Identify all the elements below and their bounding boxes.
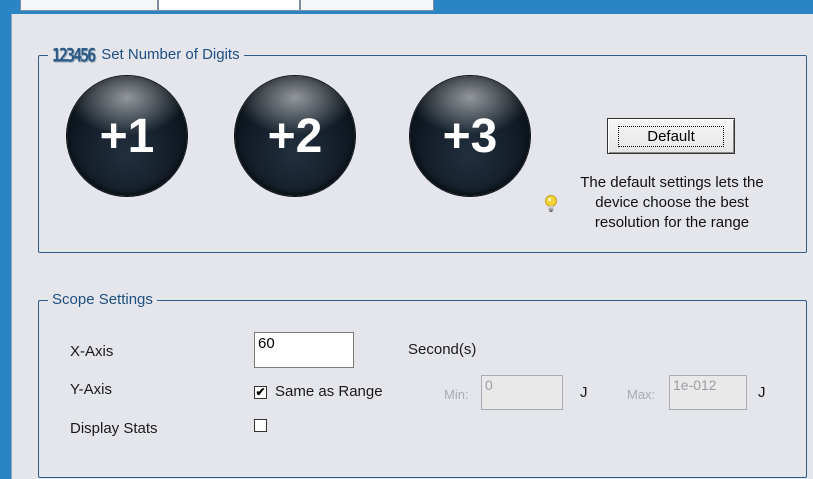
same-as-range-label[interactable]: Same as Range <box>275 383 383 400</box>
min-input[interactable]: 0 <box>481 375 563 410</box>
scope-group-title: Scope Settings <box>48 291 157 309</box>
left-frame-bar <box>0 0 11 479</box>
min-unit: J <box>580 384 588 401</box>
min-label: Min: <box>444 387 469 402</box>
scope-group-label: Scope Settings <box>52 291 153 308</box>
default-button[interactable]: Default <box>607 118 735 154</box>
tab-3[interactable] <box>300 0 434 11</box>
tab-1[interactable] <box>20 0 158 11</box>
digits-icon: 123456 <box>52 43 96 67</box>
max-input[interactable]: 1e-012 <box>669 375 747 410</box>
plus-2-button[interactable]: +2 <box>235 76 355 196</box>
display-stats-checkbox[interactable] <box>254 419 267 432</box>
display-stats-label: Display Stats <box>70 420 158 437</box>
lightbulb-icon <box>545 195 557 212</box>
x-axis-unit: Second(s) <box>408 341 477 358</box>
x-axis-label: X-Axis <box>70 343 114 360</box>
x-axis-input[interactable]: 60 <box>254 332 354 368</box>
plus-3-button[interactable]: +3 <box>410 76 530 196</box>
default-hint-text: The default settings lets the device cho… <box>580 174 764 231</box>
digits-group-label: Set Number of Digits <box>101 46 240 63</box>
tab-2-active[interactable] <box>158 0 300 11</box>
settings-panel: 123456 Set Number of Digits +1 +2 +3 Def… <box>11 14 813 479</box>
same-as-range-checkbox[interactable]: ✔ <box>254 386 267 399</box>
y-axis-label: Y-Axis <box>70 381 112 398</box>
max-label: Max: <box>627 387 656 402</box>
plus-1-button[interactable]: +1 <box>67 76 187 196</box>
default-button-label: Default <box>618 125 724 147</box>
digits-group-title: 123456 Set Number of Digits <box>48 43 244 67</box>
max-unit: J <box>758 384 766 401</box>
